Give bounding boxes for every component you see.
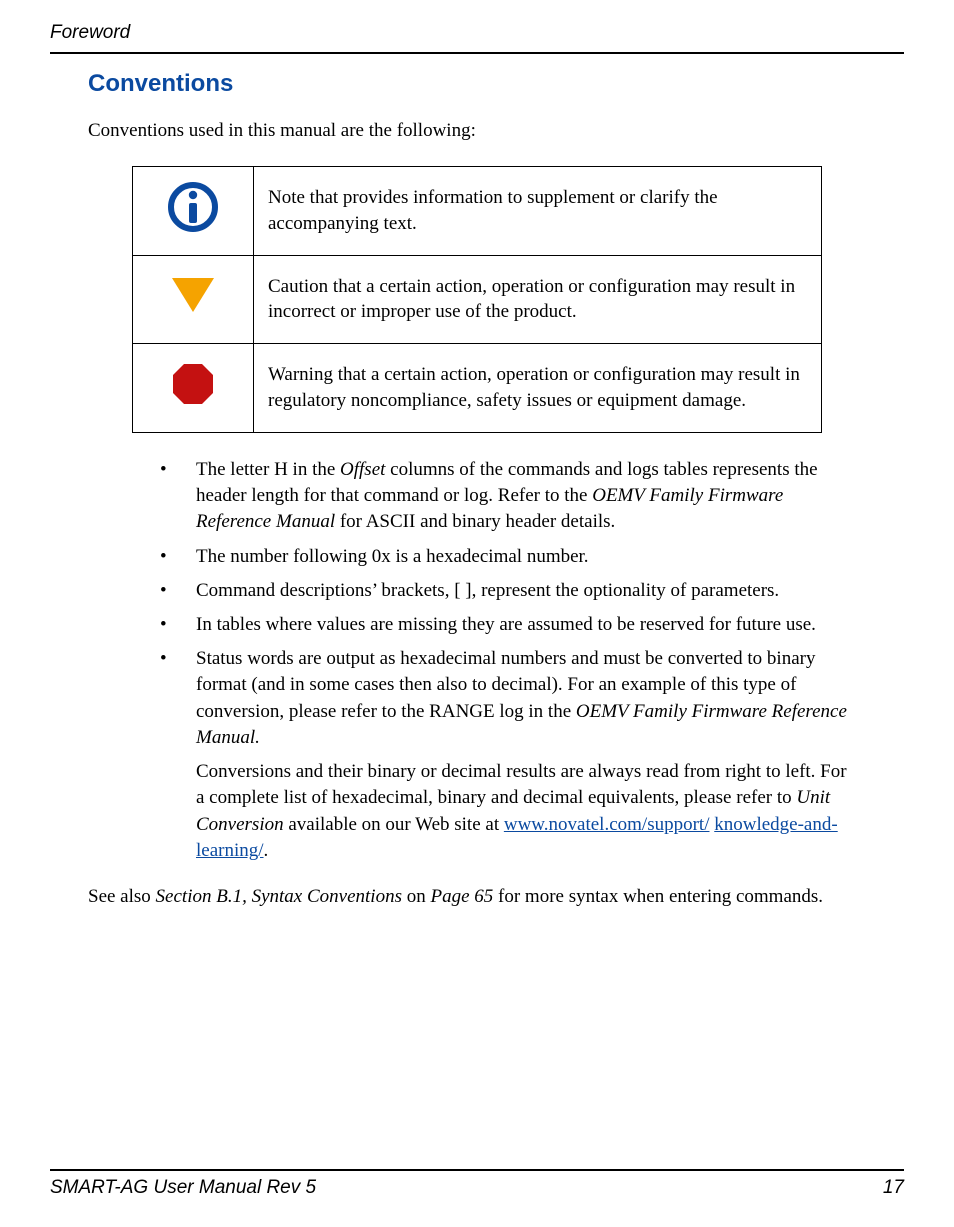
caution-description: Caution that a certain action, operation… [254,255,822,344]
text: on [402,886,431,907]
list-item: The number following 0x is a hexadecimal… [160,544,854,570]
warning-icon-cell [133,344,254,433]
notes-list: The letter H in the Offset columns of th… [160,457,854,751]
text: for ASCII and binary header details. [335,511,615,532]
support-link-line1[interactable]: www.novatel.com/support/ [504,814,710,835]
page-number: 17 [883,1177,904,1199]
footer-rule [50,1169,904,1171]
text-italic: Page 65 [430,886,493,907]
sub-paragraph: Conversions and their binary or decimal … [196,759,854,864]
text: The letter H in the [196,459,340,480]
see-also: See also Section B.1, Syntax Conventions… [88,886,904,908]
list-item: The letter H in the Offset columns of th… [160,457,854,536]
conventions-table: Note that provides information to supple… [132,166,822,433]
text: available on our Web site at [284,814,504,835]
note-description: Note that provides information to supple… [254,167,822,256]
caution-icon [165,268,221,324]
section-title: Conventions [88,70,904,98]
footer-left: SMART-AG User Manual Rev 5 [50,1177,316,1199]
text-italic: Section B.1, Syntax Conventions [156,886,402,907]
list-item: Status words are output as hexadecimal n… [160,646,854,751]
warning-description: Warning that a certain action, operation… [254,344,822,433]
table-row: Warning that a certain action, operation… [133,344,822,433]
table-row: Note that provides information to supple… [133,167,822,256]
text: for more syntax when entering commands. [493,886,823,907]
text: Conversions and their binary or decimal … [196,761,847,808]
page: Foreword Conventions Conventions used in… [0,0,954,1227]
list-item: Command descriptions’ brackets, [ ], rep… [160,578,854,604]
running-head: Foreword [50,22,904,44]
page-footer: SMART-AG User Manual Rev 5 17 [50,1169,904,1199]
note-icon-cell [133,167,254,256]
text-italic: Offset [340,459,385,480]
list-item: In tables where values are missing they … [160,612,854,638]
intro-paragraph: Conventions used in this manual are the … [88,120,904,142]
text: See also [88,886,156,907]
header-rule [50,52,904,54]
warning-icon [165,356,221,412]
table-row: Caution that a certain action, operation… [133,255,822,344]
text: . [264,840,269,861]
info-icon [165,179,221,235]
caution-icon-cell [133,255,254,344]
